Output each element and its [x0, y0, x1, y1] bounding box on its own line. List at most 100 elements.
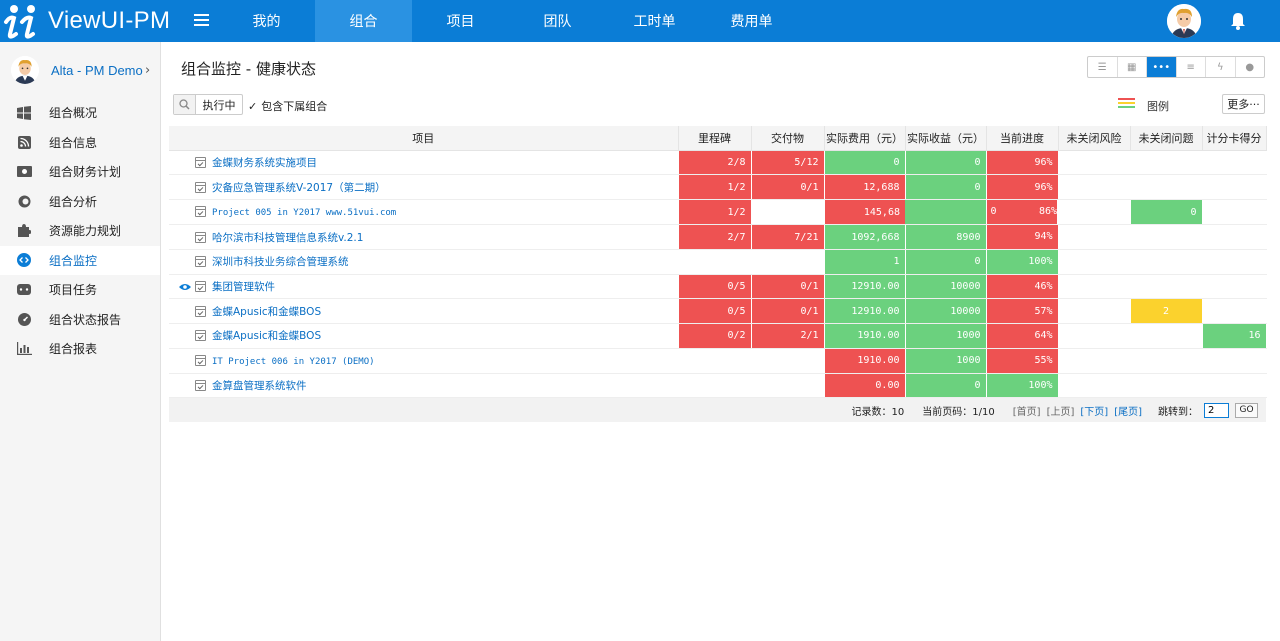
avatar: [11, 56, 39, 84]
progress-cell: 96%: [986, 174, 1059, 200]
bar-chart-icon: [16, 342, 32, 356]
cost-cell: 12910.00: [824, 298, 906, 325]
sidebar-item-info[interactable]: 组合信息: [0, 128, 160, 158]
info-view-icon[interactable]: ●: [1236, 57, 1265, 77]
progress-cell: 55%: [986, 348, 1059, 374]
sidebar-item-reports[interactable]: 组合报表: [0, 334, 160, 364]
next-page-link[interactable]: [下页]: [1080, 403, 1108, 418]
chevron-right-icon: ›: [145, 63, 151, 78]
cost-cell: 1092,668: [824, 224, 906, 251]
project-name-link[interactable]: 金蝶Apusic和金蝶BOS: [169, 298, 679, 325]
nav-item-team[interactable]: 团队: [509, 0, 606, 42]
health-view-icon[interactable]: •••: [1147, 57, 1177, 77]
milestone-cell: 1/2: [678, 199, 752, 226]
sidebar: Alta - PM Demo › 组合概况 组合信息 组合财务计划 组合分析 资…: [0, 42, 161, 641]
rss-icon: [16, 135, 32, 149]
col-actual-cost[interactable]: 实际费用（元）: [824, 126, 906, 151]
more-button[interactable]: 更多···: [1222, 94, 1265, 114]
col-milestone[interactable]: 里程碑: [678, 126, 752, 151]
project-name-link[interactable]: 金蝶Apusic和金蝶BOS: [169, 323, 679, 349]
project-name-link[interactable]: 灾备应急管理系统V-2017（第二期）: [169, 174, 679, 200]
view-switch: ☰ ▦ ••• ≡ ϟ ●: [1087, 56, 1265, 78]
cost-cell: 1910.00: [824, 348, 906, 374]
brand[interactable]: ViewUI-PM: [0, 0, 215, 42]
risk-cell: [1058, 174, 1131, 200]
status-filter[interactable]: 执行中: [173, 94, 243, 115]
jump-page-input[interactable]: [1204, 402, 1229, 418]
notification-bell-icon[interactable]: [1229, 11, 1247, 31]
project-name-link[interactable]: Project 005 in Y2017 www.51vui.com: [169, 199, 679, 226]
sidebar-item-finance-plan[interactable]: 组合财务计划: [0, 157, 160, 187]
milestone-cell: 0/5: [678, 274, 752, 300]
eye-icon[interactable]: [179, 282, 191, 294]
revenue-cell: [905, 199, 987, 226]
last-page-link[interactable]: [尾页]: [1114, 403, 1142, 418]
risk-cell: [1058, 199, 1131, 226]
score-cell: [1202, 373, 1267, 399]
col-scorecard[interactable]: 计分卡得分: [1202, 126, 1267, 151]
col-open-issues[interactable]: 未关闭问题: [1130, 126, 1203, 151]
status-filter-label[interactable]: 执行中: [196, 95, 242, 114]
legend-icon[interactable]: [1118, 98, 1135, 110]
tile-view-icon[interactable]: ▦: [1118, 57, 1147, 77]
project-name-link[interactable]: 金算盘管理系统软件: [169, 373, 679, 399]
revenue-cell: 0: [905, 249, 987, 275]
col-project[interactable]: 项目: [169, 126, 679, 151]
task-calendar-icon: [195, 156, 206, 168]
col-open-risks[interactable]: 未关闭风险: [1058, 126, 1131, 151]
main-nav: 我的 组合 项目 团队 工时单 费用单: [218, 0, 800, 42]
search-icon[interactable]: [174, 95, 196, 114]
nav-item-timesheet[interactable]: 工时单: [606, 0, 703, 42]
col-progress[interactable]: 当前进度: [986, 126, 1059, 151]
first-page-link[interactable]: [首页]: [1013, 403, 1041, 418]
task-calendar-icon: [195, 256, 206, 268]
sidebar-item-overview[interactable]: 组合概况: [0, 98, 160, 128]
col-deliverable[interactable]: 交付物: [751, 126, 825, 151]
issue-cell: 2: [1130, 298, 1203, 325]
align-view-icon[interactable]: ≡: [1177, 57, 1206, 77]
deliverable-cell: 0/1: [751, 298, 825, 325]
nav-item-portfolio[interactable]: 组合: [315, 0, 412, 42]
bolt-view-icon[interactable]: ϟ: [1206, 57, 1236, 77]
top-bar: ViewUI-PM 我的 组合 项目 团队 工时单 费用单: [0, 0, 1280, 42]
sidebar-item-status-report[interactable]: 组合状态报告: [0, 305, 160, 335]
sidebar-item-analysis[interactable]: 组合分析: [0, 187, 160, 217]
sidebar-item-capacity[interactable]: 资源能力规划: [0, 216, 160, 246]
project-name-link[interactable]: IT Project 006 in Y2017 (DEMO): [169, 348, 679, 374]
table-row: 金蝶财务系统实施项目 2/8 5/12 0 0 96%: [169, 150, 1267, 176]
project-name-link[interactable]: 哈尔滨市科技管理信息系统v.2.1: [169, 224, 679, 251]
include-children-checkbox[interactable]: ✓ 包含下属组合: [248, 98, 327, 114]
task-calendar-icon: [195, 206, 206, 218]
user-avatar[interactable]: [1167, 4, 1201, 38]
task-calendar-icon: [195, 330, 206, 342]
sidebar-user[interactable]: Alta - PM Demo ›: [0, 42, 160, 98]
go-button[interactable]: GO: [1235, 402, 1258, 418]
project-name-link[interactable]: 集团管理软件: [169, 274, 679, 300]
risk-cell: [1058, 298, 1131, 325]
sidebar-item-tasks[interactable]: 项目任务: [0, 275, 160, 305]
cost-cell: 145,68: [824, 199, 905, 226]
risk-cell: [1058, 249, 1131, 275]
sidebar-item-monitor[interactable]: 组合监控: [0, 245, 160, 275]
score-cell: [1202, 224, 1267, 251]
list-view-icon[interactable]: ☰: [1088, 57, 1118, 77]
milestone-cell: 0/5: [678, 298, 752, 325]
project-name-link[interactable]: 金蝶财务系统实施项目: [169, 150, 679, 176]
revenue-cell: 1000: [905, 348, 987, 374]
menu-toggle-icon[interactable]: [194, 14, 209, 27]
task-calendar-icon: [195, 181, 206, 193]
issue-cell: [1130, 274, 1203, 300]
nav-item-mine[interactable]: 我的: [218, 0, 315, 42]
score-cell: [1202, 249, 1267, 275]
prev-page-link[interactable]: [上页]: [1047, 403, 1075, 418]
deliverable-cell: [751, 249, 825, 275]
jump-label: 跳转到：: [1158, 406, 1198, 418]
nav-item-projects[interactable]: 项目: [412, 0, 509, 42]
page-title: 组合监控 - 健康状态: [181, 60, 316, 78]
project-name-link[interactable]: 深圳市科技业务综合管理系统: [169, 249, 679, 275]
nav-item-expense[interactable]: 费用单: [703, 0, 800, 42]
col-actual-revenue[interactable]: 实际收益（元）: [905, 126, 987, 151]
legend-label[interactable]: 图例: [1147, 98, 1169, 114]
revenue-cell: 0: [905, 150, 987, 176]
money-icon: [16, 165, 32, 179]
